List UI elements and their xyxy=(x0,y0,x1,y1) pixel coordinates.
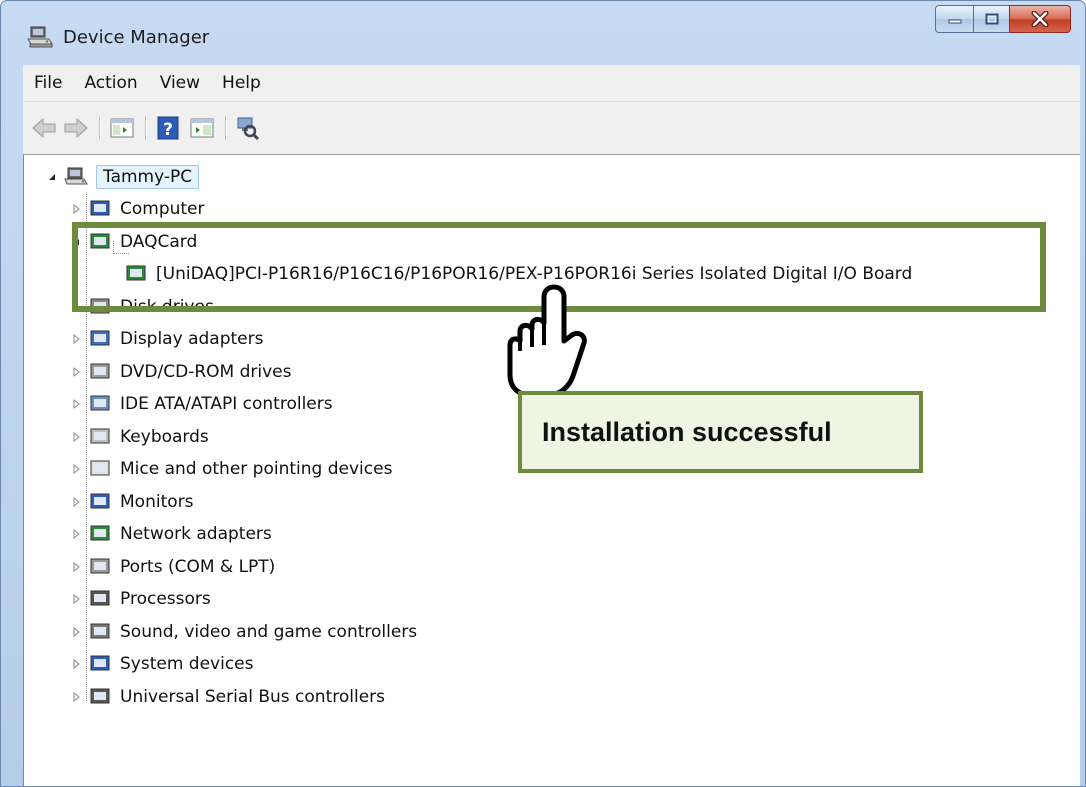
processor-icon xyxy=(90,590,110,606)
category-item[interactable]: Network adapters xyxy=(68,520,272,548)
usb-icon xyxy=(90,688,110,703)
installation-status-callout: Installation successful xyxy=(518,391,923,473)
menu-help[interactable]: Help xyxy=(211,68,272,98)
expand-arrow-icon[interactable] xyxy=(68,494,84,510)
caption-buttons xyxy=(935,5,1071,35)
expand-arrow-icon[interactable] xyxy=(68,559,84,575)
tree-root-label[interactable]: Tammy-PC xyxy=(96,165,200,189)
category-item[interactable]: Universal Serial Bus controllers xyxy=(68,683,385,711)
forward-arrow-icon[interactable] xyxy=(63,115,89,141)
close-button[interactable] xyxy=(1009,5,1071,33)
close-icon xyxy=(1031,11,1049,27)
maximize-button[interactable] xyxy=(973,5,1009,33)
minimize-button[interactable] xyxy=(935,5,973,33)
category-item[interactable]: IDE ATA/ATAPI controllers xyxy=(68,390,333,418)
category-label: Monitors xyxy=(120,491,194,512)
category-label: Network adapters xyxy=(120,524,272,544)
svg-text:?: ? xyxy=(163,120,173,140)
category-item[interactable]: DVD/CD-ROM drives xyxy=(68,358,291,386)
category-label: Universal Serial Bus controllers xyxy=(120,686,386,707)
dvd-drive-icon xyxy=(90,363,110,378)
expand-arrow-icon[interactable] xyxy=(68,461,84,477)
monitor-icon xyxy=(90,493,110,508)
toolbar-separator xyxy=(225,116,227,140)
expand-arrow-icon[interactable] xyxy=(68,526,84,542)
keyboard-icon xyxy=(90,428,110,443)
computer-icon xyxy=(64,167,88,185)
category-label: IDE ATA/ATAPI controllers xyxy=(120,394,333,414)
category-item[interactable]: Keyboards xyxy=(68,423,209,451)
properties-icon[interactable] xyxy=(189,115,215,141)
window-title: Device Manager xyxy=(63,27,210,48)
category-label: Display adapters xyxy=(120,329,264,349)
category-item[interactable]: System devices xyxy=(68,650,254,678)
toolbar-separator xyxy=(99,116,101,140)
expand-arrow-icon[interactable] xyxy=(68,591,84,607)
ide-controller-icon xyxy=(90,395,110,411)
tree-root[interactable]: Tammy-PC xyxy=(44,163,200,191)
show-hide-console-tree-icon[interactable] xyxy=(109,115,135,141)
category-label: DVD/CD-ROM drives xyxy=(120,361,292,382)
category-item[interactable]: Monitors xyxy=(68,488,193,516)
back-arrow-icon[interactable] xyxy=(31,115,57,141)
expand-arrow-icon[interactable] xyxy=(68,201,84,217)
title-bar[interactable]: Device Manager xyxy=(1,1,1085,65)
maximize-icon xyxy=(985,13,998,25)
system-device-icon xyxy=(90,655,110,671)
minimize-icon xyxy=(948,19,961,24)
expand-arrow-icon[interactable] xyxy=(68,689,84,705)
category-label: Computer xyxy=(120,199,205,219)
toolbar: ? xyxy=(23,102,1080,155)
category-label: Keyboards xyxy=(120,426,209,447)
callout-text: Installation successful xyxy=(542,416,832,447)
category-label: System devices xyxy=(120,654,254,674)
category-item[interactable]: Ports (COM & LPT) xyxy=(68,553,275,581)
expand-arrow-icon[interactable] xyxy=(68,429,84,445)
expand-arrow-icon[interactable] xyxy=(68,656,84,672)
hand-pointer-icon xyxy=(507,284,587,398)
network-adapter-icon xyxy=(90,525,110,541)
mouse-icon xyxy=(90,460,110,476)
category-label: Processors xyxy=(120,589,211,609)
category-label: Mice and other pointing devices xyxy=(120,459,393,479)
device-manager-icon xyxy=(27,26,53,48)
category-item[interactable]: Display adapters xyxy=(68,325,263,353)
port-icon xyxy=(90,558,110,573)
help-icon[interactable]: ? xyxy=(155,115,181,141)
expand-arrow-icon[interactable] xyxy=(68,624,84,640)
menu-file[interactable]: File xyxy=(23,68,73,98)
category-item[interactable]: Sound, video and game controllers xyxy=(68,618,417,646)
expand-arrow-icon[interactable] xyxy=(68,396,84,412)
expand-arrow-icon[interactable] xyxy=(68,364,84,380)
speaker-icon xyxy=(90,623,110,638)
category-item[interactable]: Computer xyxy=(68,195,205,223)
category-item[interactable]: Mice and other pointing devices xyxy=(68,455,392,483)
collapse-arrow-icon[interactable] xyxy=(44,169,60,185)
category-item[interactable]: Processors xyxy=(68,585,211,613)
category-label: Sound, video and game controllers xyxy=(120,621,418,642)
scan-hardware-changes-icon[interactable] xyxy=(235,115,261,141)
computer-monitor-icon xyxy=(90,200,110,216)
toolbar-separator xyxy=(145,116,147,140)
menu-bar: File Action View Help xyxy=(23,65,1080,102)
menu-view[interactable]: View xyxy=(149,68,211,98)
expand-arrow-icon[interactable] xyxy=(68,331,84,347)
category-label: Ports (COM & LPT) xyxy=(120,556,276,577)
menu-action[interactable]: Action xyxy=(73,68,148,98)
display-adapter-icon xyxy=(90,330,110,346)
